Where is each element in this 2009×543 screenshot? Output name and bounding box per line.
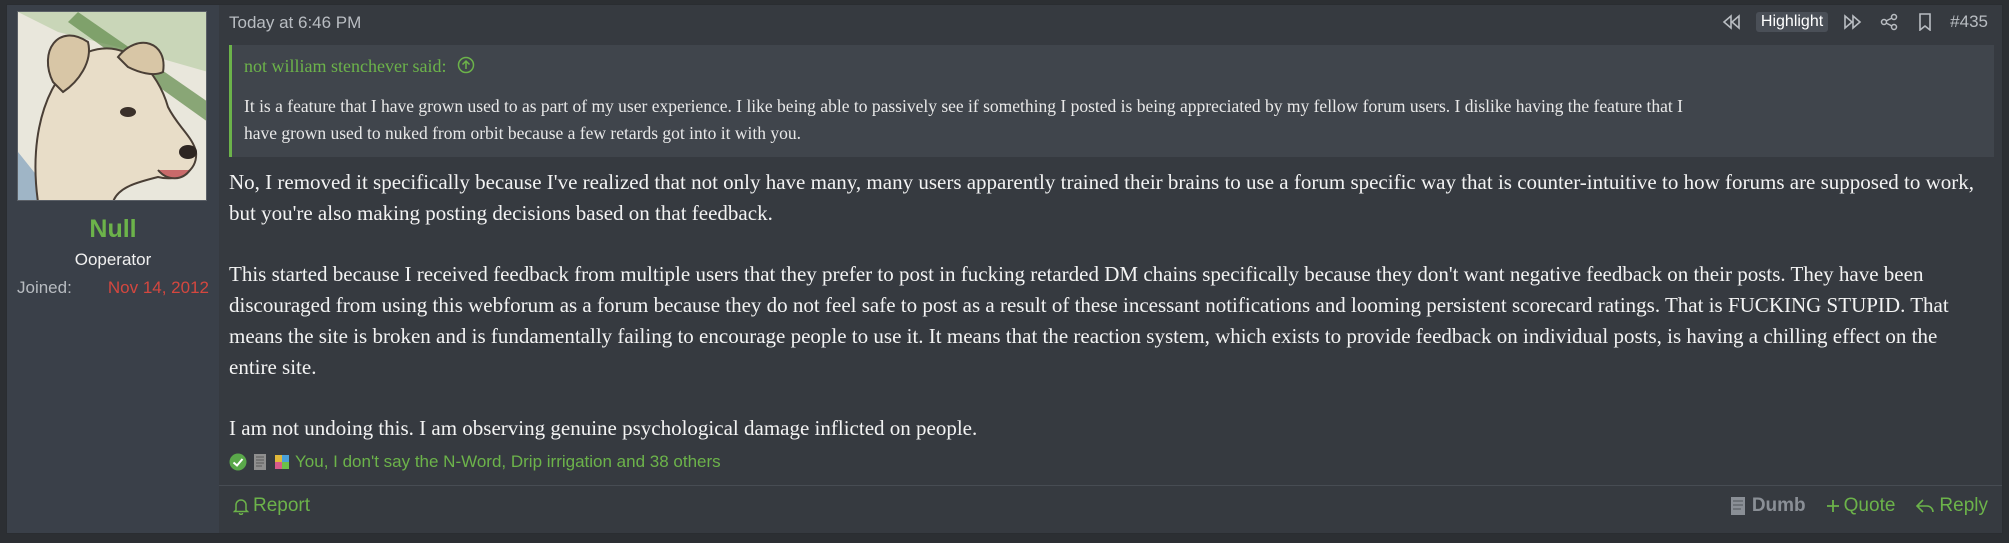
quote-button[interactable]: Quote: [1826, 495, 1896, 517]
post-actions: Highlight #435: [1720, 11, 1988, 33]
post-footer-actions: Dumb Quote Reply: [1730, 495, 1988, 517]
post-message: No, I removed it specifically because I'…: [229, 167, 1989, 474]
quote-block: not william stenchever said: It is a fea…: [229, 45, 1994, 157]
bookmark-icon[interactable]: [1914, 11, 1936, 33]
joined-label: Joined:: [17, 278, 72, 297]
post-timestamp[interactable]: Today at 6:46 PM: [229, 13, 361, 33]
report-button[interactable]: Report: [233, 495, 310, 517]
reply-label: Reply: [1939, 495, 1988, 516]
dumb-label: Dumb: [1751, 495, 1806, 516]
dumb-reaction-icon: [251, 452, 269, 472]
quote-author-label: not william stenchever said:: [244, 56, 447, 76]
message-paragraph: This started because I received feedback…: [229, 262, 1949, 379]
user-avatar[interactable]: [17, 11, 207, 201]
joined-date: Nov 14, 2012: [107, 278, 209, 297]
user-sidebar: Null Ooperator Joined: Nov 14, 2012: [7, 5, 219, 533]
reply-arrow-icon: [1916, 499, 1935, 513]
dumb-reaction-button[interactable]: Dumb: [1730, 495, 1806, 517]
dog-avatar-icon: [18, 12, 206, 200]
quote-author[interactable]: not william stenchever said:: [244, 56, 475, 77]
reactions-bar[interactable]: You, I don't say the N-Word, Drip irriga…: [229, 452, 721, 472]
quote-line: have grown used to nuked from orbit beca…: [244, 123, 801, 143]
reply-button[interactable]: Reply: [1915, 495, 1988, 517]
report-label: Report: [253, 495, 311, 516]
rewind-icon[interactable]: [1720, 11, 1742, 33]
quote-label: Quote: [1843, 495, 1896, 516]
username[interactable]: Null: [7, 215, 219, 244]
fast-forward-icon[interactable]: [1842, 11, 1864, 33]
forum-post: Null Ooperator Joined: Nov 14, 2012 Toda…: [6, 4, 2003, 534]
post-number[interactable]: #435: [1950, 12, 1988, 32]
highlight-button[interactable]: Highlight: [1755, 12, 1829, 32]
dumb-icon: [1730, 497, 1745, 515]
bell-icon: [233, 499, 249, 515]
post-main: Today at 6:46 PM Highlight #435 not will…: [219, 5, 2002, 533]
message-paragraph: I am not undoing this. I am observing ge…: [229, 416, 978, 440]
share-icon[interactable]: [1878, 11, 1900, 33]
check-reaction-icon: [229, 452, 247, 472]
footer-divider: [219, 485, 2002, 486]
puzzle-reaction-icon: [273, 452, 291, 472]
quote-line: It is a feature that I have grown used t…: [244, 96, 1683, 116]
arrow-up-circle-icon[interactable]: [457, 56, 475, 74]
quote-body: It is a feature that I have grown used t…: [244, 93, 1974, 147]
message-paragraph: No, I removed it specifically because I'…: [229, 170, 1975, 225]
user-title: Ooperator: [74, 250, 152, 269]
reactions-summary[interactable]: You, I don't say the N-Word, Drip irriga…: [295, 452, 721, 472]
plus-icon: [1826, 500, 1839, 512]
